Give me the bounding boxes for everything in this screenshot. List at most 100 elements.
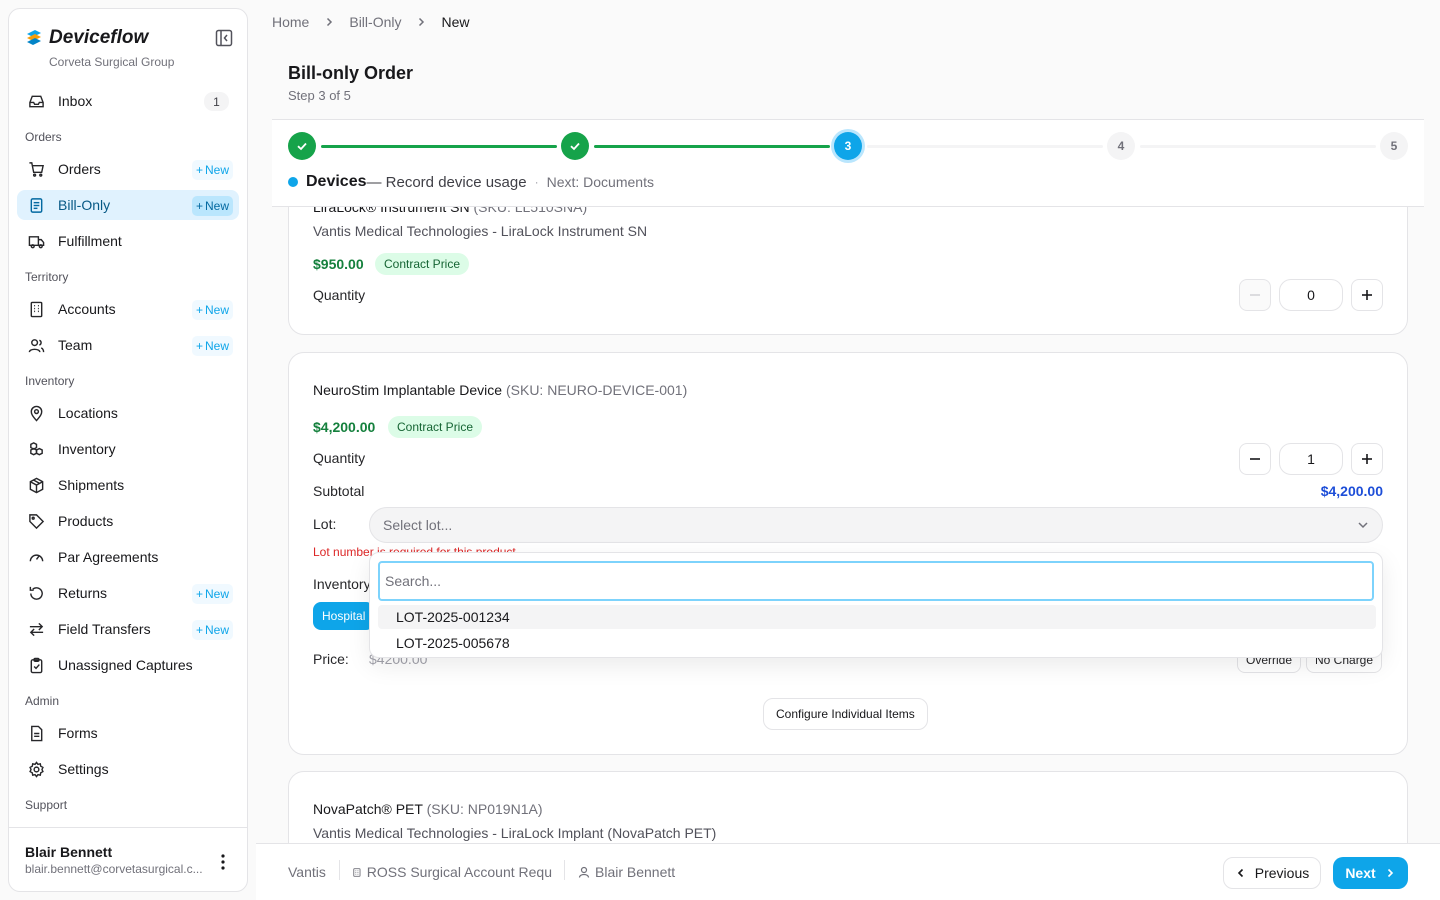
step-4: 4	[1107, 132, 1135, 160]
decrement-button[interactable]	[1239, 279, 1271, 311]
brand: Deviceflow Corveta Surgical Group	[25, 27, 235, 69]
chevron-right-icon	[415, 16, 427, 28]
sidebar-item-label: Fulfillment	[58, 233, 122, 249]
new-return-button[interactable]: + New	[191, 584, 233, 604]
previous-button[interactable]: Previous	[1223, 857, 1321, 889]
sidebar-item-settings[interactable]: Settings	[17, 754, 239, 784]
clipboard-icon	[27, 656, 45, 674]
sidebar-item-locations[interactable]: Locations	[17, 398, 239, 428]
step-progress: 3 4 5 Devices — Record device usage · Ne…	[272, 119, 1424, 207]
lot-search-input[interactable]: Search...	[378, 561, 1374, 601]
step-2-complete[interactable]	[561, 132, 589, 160]
sidebar-item-label: Field Transfers	[58, 621, 151, 637]
increment-button[interactable]	[1351, 279, 1383, 311]
lot-option[interactable]: LOT-2025-001234	[378, 605, 1376, 629]
step-5: 5	[1380, 132, 1408, 160]
sidebar-collapse-icon[interactable]	[214, 28, 234, 48]
step-3-current: 3	[834, 132, 862, 160]
sidebar-item-label: Locations	[58, 405, 118, 421]
sidebar-item-products[interactable]: Products	[17, 506, 239, 536]
inventory-label: Inventory	[313, 576, 371, 592]
current-step-dot	[288, 177, 298, 187]
step-connector	[867, 145, 1103, 148]
step-connector	[1140, 145, 1376, 148]
user-name: Blair Bennett	[25, 844, 113, 860]
arrows-icon	[27, 620, 45, 638]
file-icon	[27, 724, 45, 742]
step-1-complete[interactable]	[288, 132, 316, 160]
sidebar-item-inbox[interactable]: Inbox 1	[17, 86, 239, 116]
section-territory: Territory	[25, 270, 69, 284]
next-button[interactable]: Next	[1333, 857, 1408, 889]
inbox-count-badge: 1	[204, 92, 229, 111]
user-profile[interactable]: Blair Bennett blair.bennett@corvetasurgi…	[9, 827, 247, 891]
breadcrumb-home[interactable]: Home	[272, 14, 309, 30]
truck-icon	[27, 232, 45, 250]
rotate-icon	[27, 584, 45, 602]
product-vendor: Vantis Medical Technologies - LiraLock I…	[313, 223, 648, 239]
sidebar-item-orders[interactable]: Orders + New	[17, 154, 239, 184]
sidebar-item-returns[interactable]: Returns + New	[17, 578, 239, 608]
lot-option[interactable]: LOT-2025-005678	[378, 631, 1376, 655]
new-team-member-button[interactable]: + New	[191, 336, 233, 356]
product-title: NovaPatch® PET (SKU: NP019N1A)	[313, 801, 543, 817]
decrement-button[interactable]	[1239, 443, 1271, 475]
new-account-button[interactable]: + New	[191, 300, 233, 320]
lot-dropdown: Search... LOT-2025-001234 LOT-2025-00567…	[369, 552, 1383, 658]
chevron-down-icon	[1358, 522, 1368, 529]
more-vertical-icon[interactable]	[213, 852, 233, 872]
sidebar-item-accounts[interactable]: Accounts + New	[17, 294, 239, 324]
user-icon	[578, 866, 590, 878]
sidebar-item-bill-only[interactable]: Bill-Only + New	[17, 190, 239, 220]
sidebar-item-label: Settings	[58, 761, 109, 777]
gauge-icon	[27, 548, 45, 566]
boxes-icon	[27, 440, 45, 458]
sidebar-item-label: Bill-Only	[58, 197, 111, 213]
sidebar-item-par-agreements[interactable]: Par Agreements	[17, 542, 239, 572]
sidebar-item-label: Shipments	[58, 477, 125, 493]
inventory-source-hospital[interactable]: Hospital	[313, 602, 375, 630]
new-bill-only-button[interactable]: + New	[191, 196, 233, 216]
quantity-field[interactable]: 0	[1279, 279, 1343, 311]
subtotal-value: $4,200.00	[1320, 483, 1383, 499]
check-icon	[570, 142, 580, 151]
quantity-field[interactable]: 1	[1279, 443, 1343, 475]
breadcrumb: Home Bill-Only New	[272, 14, 470, 30]
page-title: Bill-only Order	[288, 63, 414, 83]
device-card: NovaPatch® PET (SKU: NP019N1A) Vantis Me…	[288, 771, 1408, 843]
chevron-right-icon	[323, 16, 335, 28]
price-label: Price:	[313, 651, 349, 667]
building-icon	[353, 867, 361, 877]
increment-button[interactable]	[1351, 443, 1383, 475]
sidebar-item-label: Products	[58, 513, 114, 529]
check-icon	[297, 142, 307, 151]
sidebar-item-label: Team	[58, 337, 93, 353]
product-title: NeuroStim Implantable Device (SKU: NEURO…	[313, 382, 688, 398]
footer-account: ROSS Surgical Account Requ	[352, 864, 552, 880]
quantity-label: Quantity	[313, 450, 366, 466]
product-vendor: Vantis Medical Technologies - LiraLock I…	[313, 825, 717, 841]
step-name: Devices	[306, 173, 367, 190]
sidebar-item-fulfillment[interactable]: Fulfillment	[17, 226, 239, 256]
breadcrumb-bill-only[interactable]: Bill-Only	[349, 14, 401, 30]
step-separator: ·	[534, 175, 539, 189]
sidebar-item-forms[interactable]: Forms	[17, 718, 239, 748]
lot-select[interactable]: Select lot...	[369, 507, 1383, 543]
section-admin: Admin	[25, 694, 60, 708]
sidebar-item-field-transfers[interactable]: Field Transfers + New	[17, 614, 239, 644]
sidebar-item-unassigned-captures[interactable]: Unassigned Captures	[17, 650, 239, 680]
new-field-transfer-button[interactable]: + New	[191, 620, 233, 640]
sidebar-item-shipments[interactable]: Shipments	[17, 470, 239, 500]
configure-items-button[interactable]: Configure Individual Items	[763, 698, 928, 730]
sidebar-item-label: Returns	[58, 585, 108, 601]
step-connector	[594, 145, 830, 148]
product-price: $950.00	[313, 256, 364, 272]
sidebar-item-label: Unassigned Captures	[58, 657, 193, 673]
new-order-button[interactable]: + New	[191, 160, 233, 180]
sidebar-item-inventory[interactable]: Inventory	[17, 434, 239, 464]
devices-list[interactable]: LiraLock® Instrument SN (SKU: LL510SNA) …	[272, 206, 1424, 843]
product-title: LiraLock® Instrument SN (SKU: LL510SNA)	[313, 206, 588, 215]
cart-icon	[27, 160, 45, 178]
sidebar-item-team[interactable]: Team + New	[17, 330, 239, 360]
contract-price-chip: Contract Price	[375, 253, 470, 275]
